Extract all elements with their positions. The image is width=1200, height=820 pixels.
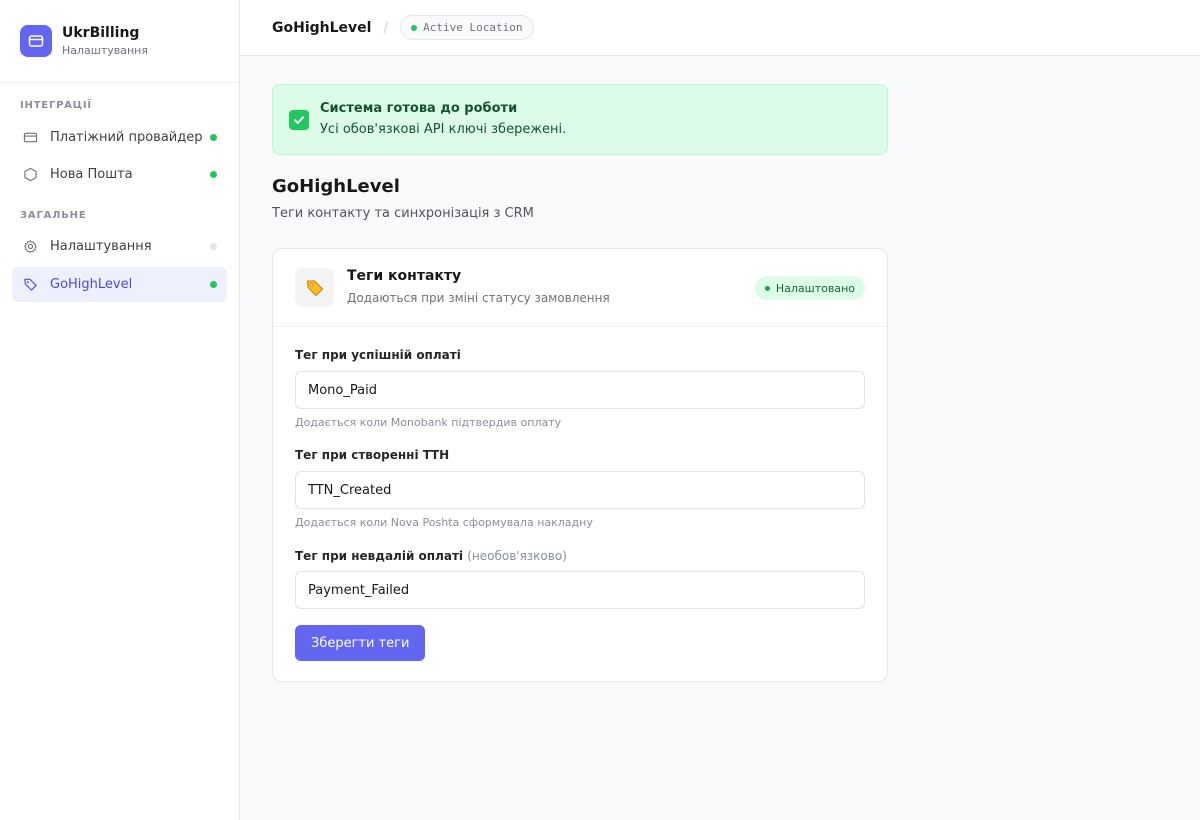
credit-card-icon <box>22 130 38 146</box>
status-dot <box>764 285 770 291</box>
sidebar: UkrBilling Налаштування ІНТЕГРАЦІЇ Платі… <box>0 0 240 820</box>
nav-section-integrations: ІНТЕГРАЦІЇ <box>20 100 92 111</box>
save-tags-button[interactable]: Зберегти теги <box>295 625 426 661</box>
brand: UkrBilling Налаштування <box>0 0 239 83</box>
ttn-tag-input[interactable] <box>295 471 865 509</box>
page-title: GoHighLevel <box>272 176 400 197</box>
ttn-tag-hint: Додається коли Nova Poshta сформувала на… <box>295 516 593 529</box>
status-dot <box>210 281 217 288</box>
contact-tags-card: Теги контакту Додаються при зміні статус… <box>272 248 888 682</box>
status-badge-label: Налаштовано <box>775 281 855 295</box>
topbar-title: GoHighLevel <box>272 19 372 36</box>
alert-title: Система готова до роботи <box>320 101 518 116</box>
check-icon <box>289 109 309 130</box>
card-title: Теги контакту <box>347 268 462 284</box>
gear-icon <box>22 239 38 255</box>
sidebar-item-settings[interactable]: Налаштування <box>12 229 227 264</box>
card-header: Теги контакту Додаються при зміні статус… <box>273 249 887 327</box>
paid-tag-label: Тег при успішній оплаті <box>295 348 461 362</box>
sidebar-item-gohighlevel[interactable]: GoHighLevel <box>12 267 227 302</box>
ttn-tag-label: Тег при створенні ТТН <box>295 448 450 462</box>
credit-card-logo-icon <box>20 25 52 57</box>
failed-tag-label: Тег при невдалій оплаті (необов'язково) <box>295 549 567 563</box>
status-dot <box>210 134 217 141</box>
sidebar-item-label: Платіжний провайдер <box>50 130 203 145</box>
optional-note: (необов'язково) <box>467 549 567 563</box>
status-dot <box>411 24 418 31</box>
paid-tag-input[interactable] <box>295 371 865 409</box>
sidebar-item-label: GoHighLevel <box>50 277 133 292</box>
box-icon <box>22 167 38 183</box>
sidebar-item-label: Налаштування <box>50 239 152 254</box>
location-badge-label: Active Location <box>423 21 523 34</box>
tag-icon <box>22 277 38 293</box>
topbar: GoHighLevel / Active Location <box>240 0 1200 56</box>
success-alert: Система готова до роботи Усі обов'язкові… <box>272 84 888 155</box>
failed-tag-input[interactable] <box>295 571 865 609</box>
nav-section-general: ЗАГАЛЬНЕ <box>20 210 87 221</box>
location-badge: Active Location <box>400 15 534 40</box>
status-dot <box>210 243 217 250</box>
page-subtitle: Теги контакту та синхронізація з CRM <box>272 206 534 221</box>
failed-tag-label-text: Тег при невдалій оплаті <box>295 549 464 563</box>
paid-tag-hint: Додається коли Monobank підтвердив оплат… <box>295 416 562 429</box>
sidebar-item-nova-poshta[interactable]: Нова Пошта <box>12 157 227 192</box>
alert-description: Усі обов'язкові API ключі збережені. <box>320 122 567 137</box>
brand-title: UkrBilling <box>62 24 140 41</box>
tag-emoji-icon <box>295 268 334 307</box>
card-subtitle: Додаються при зміні статусу замовлення <box>347 291 610 305</box>
brand-subtitle: Налаштування <box>62 43 148 57</box>
sidebar-item-label: Нова Пошта <box>50 167 133 182</box>
breadcrumb-separator: / <box>383 19 389 36</box>
status-dot <box>210 171 217 178</box>
status-badge: Налаштовано <box>754 276 865 300</box>
sidebar-item-payment-provider[interactable]: Платіжний провайдер <box>12 120 227 155</box>
